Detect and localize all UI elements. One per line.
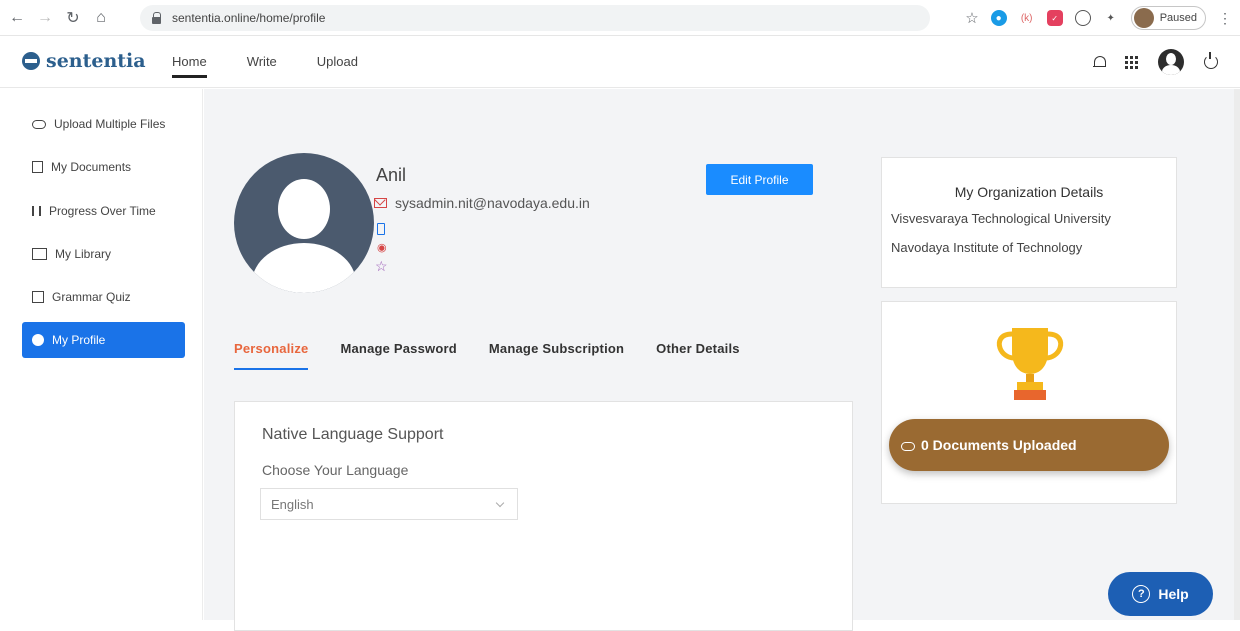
extension-blue-icon[interactable]: ● <box>990 10 1007 26</box>
documents-uploaded-badge: 0 Documents Uploaded <box>889 419 1169 471</box>
app-header: sententia Home Write Upload <box>0 36 1240 88</box>
extension-pocket-icon[interactable]: ✓ <box>1046 10 1063 26</box>
sidebar-item-label: Grammar Quiz <box>52 290 131 304</box>
profile-name: Anil <box>376 165 407 185</box>
sidebar-item-label: My Profile <box>52 333 106 347</box>
documents-uploaded-label: 0 Documents Uploaded <box>921 437 1077 453</box>
profile-avatar <box>234 153 374 293</box>
sidebar-item-upload-multiple-files[interactable]: Upload Multiple Files <box>22 106 185 142</box>
lock-icon <box>152 12 162 24</box>
browser-toolbar: ← → ↻ ⌂ sententia.online/home/profile ☆ … <box>0 0 1240 36</box>
browser-actions: ☆ ● (k) ✓ ✦ Paused ⋮ <box>965 0 1240 36</box>
book-icon <box>32 248 47 260</box>
star-icon: ☆ <box>375 258 388 274</box>
extensions-puzzle-icon[interactable]: ✦ <box>1103 10 1119 26</box>
tab-personalize[interactable]: Personalize <box>234 341 309 370</box>
sidebar-item-label: My Library <box>55 247 112 261</box>
sidebar-item-progress-over-time[interactable]: Progress Over Time <box>22 193 185 229</box>
choose-language-label: Choose Your Language <box>262 462 409 478</box>
quiz-icon <box>32 291 44 303</box>
sidebar-item-label: Progress Over Time <box>49 204 156 218</box>
personalize-panel: Native Language Support Choose Your Lang… <box>234 401 853 631</box>
browser-menu-icon[interactable]: ⋮ <box>1218 10 1232 27</box>
organization-institute: Navodaya Institute of Technology <box>891 240 1083 255</box>
bookmark-star-icon[interactable]: ☆ <box>965 9 978 27</box>
header-actions <box>1093 36 1218 88</box>
organization-university: Visvesvaraya Technological University <box>891 211 1111 226</box>
tab-manage-password[interactable]: Manage Password <box>340 341 456 370</box>
forward-icon[interactable]: → <box>34 7 56 29</box>
trophy-icon <box>996 328 1064 400</box>
notification-bell-icon[interactable] <box>1093 55 1106 69</box>
logo-text: sententia <box>46 50 146 72</box>
sidebar-item-my-library[interactable]: My Library <box>22 236 185 272</box>
tab-other-details[interactable]: Other Details <box>656 341 740 370</box>
language-select-value: English <box>271 496 314 512</box>
top-navigation: Home Write Upload <box>172 36 358 88</box>
extension-circle-icon[interactable] <box>1074 10 1091 26</box>
profile-tabs: Personalize Manage Password Manage Subsc… <box>234 341 740 370</box>
nav-home[interactable]: Home <box>172 36 207 88</box>
sidebar: Upload Multiple Files My Documents Progr… <box>0 89 203 620</box>
organization-title: My Organization Details <box>954 184 1104 200</box>
apps-grid-icon[interactable] <box>1125 55 1138 69</box>
documents-icon <box>32 161 43 173</box>
profile-email-row: sysadmin.nit@navodaya.edu.in <box>374 195 590 211</box>
native-language-title: Native Language Support <box>262 426 444 443</box>
help-label: Help <box>1158 586 1189 602</box>
profile-paused-button[interactable]: Paused <box>1130 6 1206 30</box>
cloud-upload-icon <box>901 440 915 451</box>
profile-main: Anil sysadmin.nit@navodaya.edu.in ◉ ☆ Ed… <box>204 89 1240 631</box>
sidebar-item-label: My Documents <box>51 160 132 174</box>
sidebar-item-grammar-quiz[interactable]: Grammar Quiz <box>22 279 185 315</box>
mail-icon <box>374 198 387 208</box>
logo-icon <box>22 52 40 70</box>
user-circle-icon <box>32 334 44 346</box>
user-account-icon[interactable] <box>1158 49 1184 75</box>
bar-chart-icon <box>32 206 41 216</box>
paused-label: Paused <box>1159 12 1197 24</box>
back-icon[interactable]: ← <box>6 7 28 29</box>
organization-details-card: My Organization Details Visvesvaraya Tec… <box>881 157 1177 288</box>
documents-uploaded-card: 0 Documents Uploaded <box>881 301 1177 504</box>
reload-icon[interactable]: ↻ <box>62 7 84 29</box>
sidebar-item-my-documents[interactable]: My Documents <box>22 149 185 185</box>
profile-email: sysadmin.nit@navodaya.edu.in <box>395 195 590 211</box>
phone-icon <box>377 223 385 235</box>
nav-upload[interactable]: Upload <box>317 36 358 88</box>
logo[interactable]: sententia <box>22 50 146 72</box>
home-icon[interactable]: ⌂ <box>90 7 112 29</box>
logout-power-icon[interactable] <box>1204 52 1218 69</box>
edit-profile-button[interactable]: Edit Profile <box>706 164 813 195</box>
language-select[interactable]: English <box>260 488 518 520</box>
tab-manage-subscription[interactable]: Manage Subscription <box>489 341 624 370</box>
sidebar-item-label: Upload Multiple Files <box>54 117 166 131</box>
help-question-icon: ? <box>1132 585 1151 603</box>
address-url: sententia.online/home/profile <box>172 11 326 25</box>
extension-text-icon[interactable]: (k) <box>1019 10 1035 26</box>
chevron-down-icon <box>495 498 505 508</box>
page-scrollbar[interactable] <box>1234 89 1240 620</box>
nav-write[interactable]: Write <box>247 36 277 88</box>
sidebar-item-my-profile[interactable]: My Profile <box>22 322 185 358</box>
browser-avatar <box>1133 8 1154 28</box>
address-bar[interactable]: sententia.online/home/profile <box>140 5 930 31</box>
location-pin-icon: ◉ <box>377 242 387 254</box>
cloud-upload-icon <box>32 119 46 129</box>
help-button[interactable]: ? Help <box>1108 572 1213 616</box>
